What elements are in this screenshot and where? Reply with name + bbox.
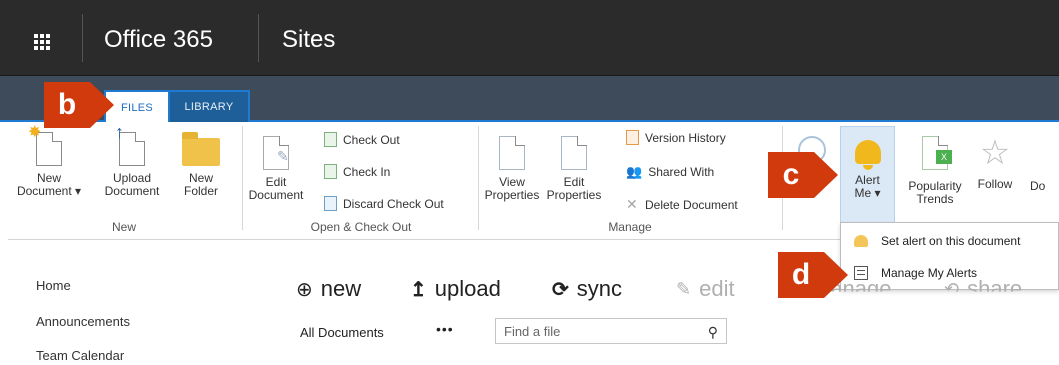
upload-document-button[interactable]: ↑ Upload Document: [98, 123, 166, 198]
edit-properties-button[interactable]: Edit Properties: [544, 136, 604, 202]
follow-button[interactable]: ☆ Follow: [972, 136, 1018, 191]
edit-properties-icon: [561, 136, 587, 170]
divider: [258, 14, 259, 62]
folder-icon: [182, 132, 220, 166]
sites-link[interactable]: Sites: [282, 26, 335, 54]
share-icon: ⟲: [944, 278, 960, 299]
new-command[interactable]: ⊕ new: [296, 276, 361, 302]
alert-me-label-2: Me ▾: [854, 186, 881, 200]
shared-with-button[interactable]: 👥 Shared With: [626, 164, 714, 180]
callout-b-arrow: [90, 82, 114, 128]
popularity-trends-label-2: Trends: [916, 192, 954, 206]
sync-command[interactable]: ⟳ sync: [552, 276, 622, 302]
bell-icon: [851, 235, 871, 247]
share-command-label: share: [967, 276, 1023, 301]
group-divider: [242, 126, 243, 230]
overflow-label: Do: [1030, 179, 1046, 193]
check-out-label: Check Out: [343, 132, 400, 147]
callout-c-arrow: [814, 152, 838, 198]
overflow-button[interactable]: Do: [1030, 180, 1059, 193]
nav-announcements[interactable]: Announcements: [36, 314, 130, 329]
set-alert-menu-item[interactable]: Set alert on this document: [841, 225, 1058, 257]
edit-command-label: edit: [699, 276, 735, 301]
new-document-label-2: Document ▾: [16, 184, 82, 198]
set-alert-label: Set alert on this document: [881, 234, 1021, 248]
discard-check-out-label: Discard Check Out: [343, 196, 444, 211]
check-in-label: Check In: [343, 164, 391, 179]
divider: [82, 14, 83, 62]
bell-icon: [854, 140, 881, 170]
delete-document-button[interactable]: ✕ Delete Document: [626, 196, 738, 213]
delete-icon: ✕: [626, 196, 638, 212]
edit-command[interactable]: ✎ edit: [676, 276, 735, 302]
sync-command-label: sync: [576, 276, 623, 301]
group-divider: [478, 126, 479, 230]
callout-b: b: [44, 82, 90, 128]
check-out-icon: [324, 132, 337, 147]
tab-library[interactable]: LIBRARY: [170, 90, 250, 122]
upload-command[interactable]: ↥ upload: [410, 276, 501, 302]
new-document-button[interactable]: ✸ New Document ▾: [14, 125, 84, 198]
share-command[interactable]: ⟲ share: [944, 276, 1023, 301]
edit-document-label-2: Document: [248, 188, 304, 202]
upload-icon: ↥: [410, 278, 427, 301]
check-in-icon: [324, 164, 337, 179]
popularity-trends-button[interactable]: X Popularity Trends: [900, 136, 970, 206]
discard-check-out-button[interactable]: Discard Check Out: [324, 196, 444, 211]
star-icon: ☆: [979, 134, 1011, 172]
version-history-icon: [626, 130, 639, 145]
find-a-file-input[interactable]: Find a file ⚲: [495, 318, 727, 344]
app-launcher-icon: [34, 34, 50, 50]
find-a-file-placeholder: Find a file: [504, 323, 561, 339]
check-in-button[interactable]: Check In: [324, 164, 390, 179]
delete-document-label: Delete Document: [645, 197, 738, 212]
edit-document-button[interactable]: ✎ Edit Document: [246, 136, 306, 202]
view-properties-icon: [499, 136, 525, 170]
upload-document-label-2: Document: [104, 184, 160, 198]
nav-home[interactable]: Home: [36, 278, 71, 293]
discard-check-out-icon: [324, 196, 337, 211]
new-folder-button[interactable]: New Folder: [176, 132, 226, 198]
new-folder-label-2: Folder: [183, 184, 218, 198]
sync-icon: ⟳: [552, 278, 569, 301]
version-history-label: Version History: [645, 130, 726, 145]
view-all-documents[interactable]: All Documents: [300, 325, 384, 340]
version-history-button[interactable]: Version History: [626, 130, 726, 145]
office-365-link[interactable]: Office 365: [104, 26, 213, 54]
follow-label: Follow: [977, 177, 1013, 191]
view-properties-button[interactable]: View Properties: [482, 136, 542, 202]
group-label-manage: Manage: [608, 220, 652, 234]
callout-d-arrow: [824, 252, 848, 298]
nav-team-calendar[interactable]: Team Calendar: [36, 348, 124, 363]
shared-with-label: Shared With: [648, 165, 715, 179]
check-out-button[interactable]: Check Out: [324, 132, 400, 147]
app-launcher-button[interactable]: [14, 18, 70, 66]
upload-command-label: upload: [434, 276, 501, 301]
callout-c: c: [768, 152, 814, 198]
view-properties-label-2: Properties: [484, 188, 540, 202]
new-command-label: new: [320, 276, 362, 301]
plus-circle-icon: ⊕: [296, 278, 313, 301]
popularity-trends-icon: X: [922, 136, 952, 170]
callout-d: d: [778, 252, 824, 298]
alert-me-button[interactable]: Alert Me ▾: [840, 136, 895, 200]
more-views-button[interactable]: •••: [436, 321, 454, 337]
edit-document-icon: ✎: [263, 136, 289, 170]
group-label-open-check-out: Open & Check Out: [310, 220, 412, 234]
upload-document-icon: ↑: [115, 123, 145, 166]
search-icon[interactable]: ⚲: [708, 324, 718, 341]
new-document-icon: ✸: [28, 125, 62, 166]
people-icon: 👥: [626, 164, 643, 179]
pencil-icon: ✎: [676, 278, 692, 299]
edit-properties-label-2: Properties: [546, 188, 602, 202]
group-label-new: New: [111, 220, 136, 234]
